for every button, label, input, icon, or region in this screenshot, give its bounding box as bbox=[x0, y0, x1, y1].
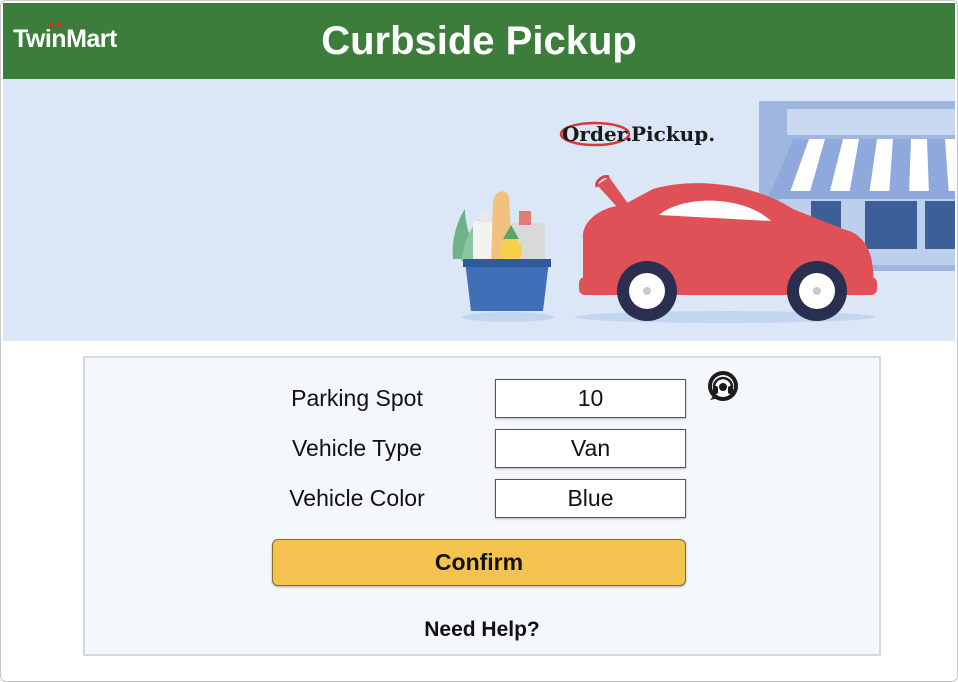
parking-spot-label: Parking Spot bbox=[291, 385, 423, 411]
vehicle-color-field[interactable]: Blue bbox=[495, 479, 686, 518]
vehicle-type-label: Vehicle Type bbox=[291, 435, 422, 461]
need-help-link[interactable]: Need Help? bbox=[85, 618, 879, 642]
svg-text:Pickup.: Pickup. bbox=[631, 122, 715, 146]
parking-spot-field[interactable]: 10 bbox=[495, 379, 686, 418]
pickup-form-panel: Parking Spot 10 Vehicle Type Van Vehicle… bbox=[83, 356, 881, 656]
hero-banner: Order. Pickup. bbox=[3, 79, 955, 341]
headset-icon[interactable] bbox=[707, 370, 739, 402]
vehicle-type-field[interactable]: Van bbox=[495, 429, 686, 468]
svg-text:Order.: Order. bbox=[562, 122, 632, 146]
hero-illustration: Order. Pickup. bbox=[452, 101, 955, 323]
grocery-basket-icon bbox=[452, 191, 551, 311]
confirm-button[interactable]: Confirm bbox=[272, 539, 686, 586]
order-pickup-logo: Order. Pickup. bbox=[559, 121, 715, 147]
header-bar: TwinMart Curbside Pickup bbox=[3, 3, 955, 79]
app-window: TwinMart Curbside Pickup Order. Pickup. … bbox=[0, 0, 958, 682]
vehicle-color-label: Vehicle Color bbox=[289, 485, 425, 511]
page-title: Curbside Pickup bbox=[321, 19, 637, 63]
